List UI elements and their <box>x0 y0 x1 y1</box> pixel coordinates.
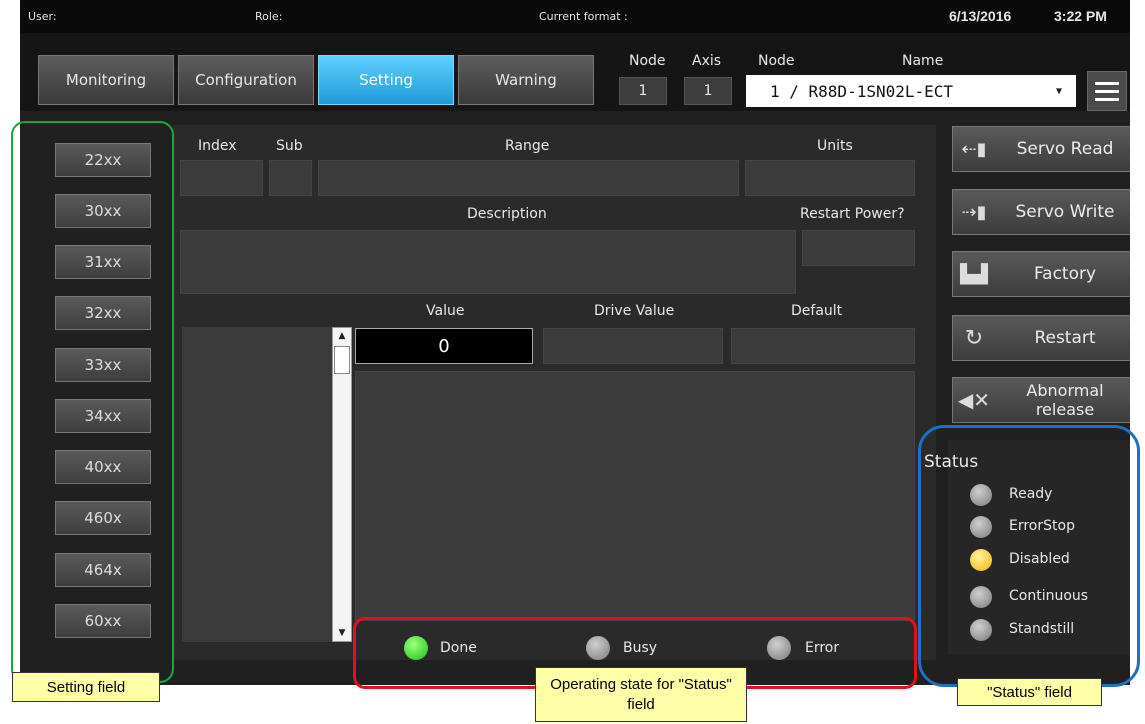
description-field <box>180 230 796 294</box>
default-label: Default <box>791 303 843 319</box>
date-display: 6/13/2016 <box>949 8 1012 24</box>
servo-write-icon: ⇢▮ <box>961 201 987 223</box>
restart-icon: ↻ <box>964 325 984 351</box>
scroll-up-icon[interactable]: ▲ <box>333 328 351 344</box>
node-number-field[interactable]: 1 <box>619 77 667 105</box>
user-label: User: <box>28 10 57 23</box>
range-label: Range <box>505 138 550 154</box>
units-field <box>745 160 915 196</box>
scroll-thumb[interactable] <box>334 346 350 374</box>
tab-configuration[interactable]: Configuration <box>178 55 314 105</box>
restart-label: Restart <box>1034 328 1096 348</box>
status-field-outline <box>918 425 1140 687</box>
node-dropdown-value: 1 / R88D-1SN02L-ECT <box>770 81 954 101</box>
value-label: Value <box>426 303 465 319</box>
sub-label: Sub <box>276 138 303 154</box>
parameter-list-scrollbar[interactable]: ▲ ▼ <box>332 327 352 642</box>
hamburger-icon-bar <box>1095 97 1119 101</box>
servo-write-button[interactable]: ⇢▮ Servo Write <box>952 189 1130 235</box>
status-field-callout: "Status" field <box>957 678 1102 706</box>
units-label: Units <box>817 138 853 154</box>
value-input[interactable]: 0 <box>355 328 533 364</box>
sub-field[interactable] <box>269 160 312 196</box>
axis-number-field[interactable]: 1 <box>684 77 732 105</box>
node-number-label: Node <box>629 53 666 69</box>
abnormal-release-label: Abnormal release <box>1026 381 1104 419</box>
restart-button[interactable]: ↻ Restart <box>952 315 1130 361</box>
servo-read-button[interactable]: ⇠▮ Servo Read <box>952 126 1130 172</box>
restart-power-label: Restart Power? <box>800 206 905 222</box>
factory-label: Factory <box>1033 264 1097 284</box>
index-field[interactable] <box>180 160 263 196</box>
node-dropdown[interactable]: 1 / R88D-1SN02L-ECT ▼ <box>746 75 1076 107</box>
setting-field-outline <box>11 121 174 683</box>
axis-number-label: Axis <box>692 53 722 69</box>
current-format-label: Current format : <box>539 10 628 23</box>
servo-write-label: Servo Write <box>1015 202 1115 222</box>
parameter-list[interactable] <box>182 327 332 642</box>
chevron-down-icon: ▼ <box>1055 86 1062 97</box>
drive-value-field <box>543 328 723 364</box>
operating-state-callout: Operating state for "Status" field <box>535 667 747 722</box>
factory-button[interactable]: ▙▟ Factory <box>952 251 1130 297</box>
menu-button[interactable] <box>1087 71 1127 111</box>
range-field <box>318 160 739 196</box>
hamburger-icon-bar <box>1095 89 1119 93</box>
top-info-bar: User: Role: Current format : 6/13/2016 3… <box>20 0 1130 33</box>
setting-field-callout: Setting field <box>12 672 160 702</box>
drive-value-label: Drive Value <box>594 303 675 319</box>
index-label: Index <box>198 138 237 154</box>
factory-icon: ▙▟ <box>960 263 988 285</box>
mute-icon: ◀✕ <box>957 388 991 412</box>
role-label: Role: <box>255 10 283 23</box>
time-display: 3:22 PM <box>1054 8 1107 24</box>
tab-warning[interactable]: Warning <box>458 55 594 105</box>
default-field <box>731 328 915 364</box>
description-label: Description <box>467 206 547 222</box>
name-label: Name <box>902 53 944 69</box>
restart-power-field <box>802 230 915 266</box>
parameter-detail-area <box>355 371 915 621</box>
tab-monitoring[interactable]: Monitoring <box>38 55 174 105</box>
hamburger-icon-bar <box>1095 81 1119 85</box>
servo-read-label: Servo Read <box>1016 139 1114 159</box>
tab-setting[interactable]: Setting <box>318 55 454 105</box>
node-select-label: Node <box>758 53 795 69</box>
servo-read-icon: ⇠▮ <box>961 138 987 160</box>
abnormal-release-button[interactable]: ◀✕ Abnormal release <box>952 377 1130 423</box>
scroll-down-icon[interactable]: ▼ <box>333 625 351 641</box>
